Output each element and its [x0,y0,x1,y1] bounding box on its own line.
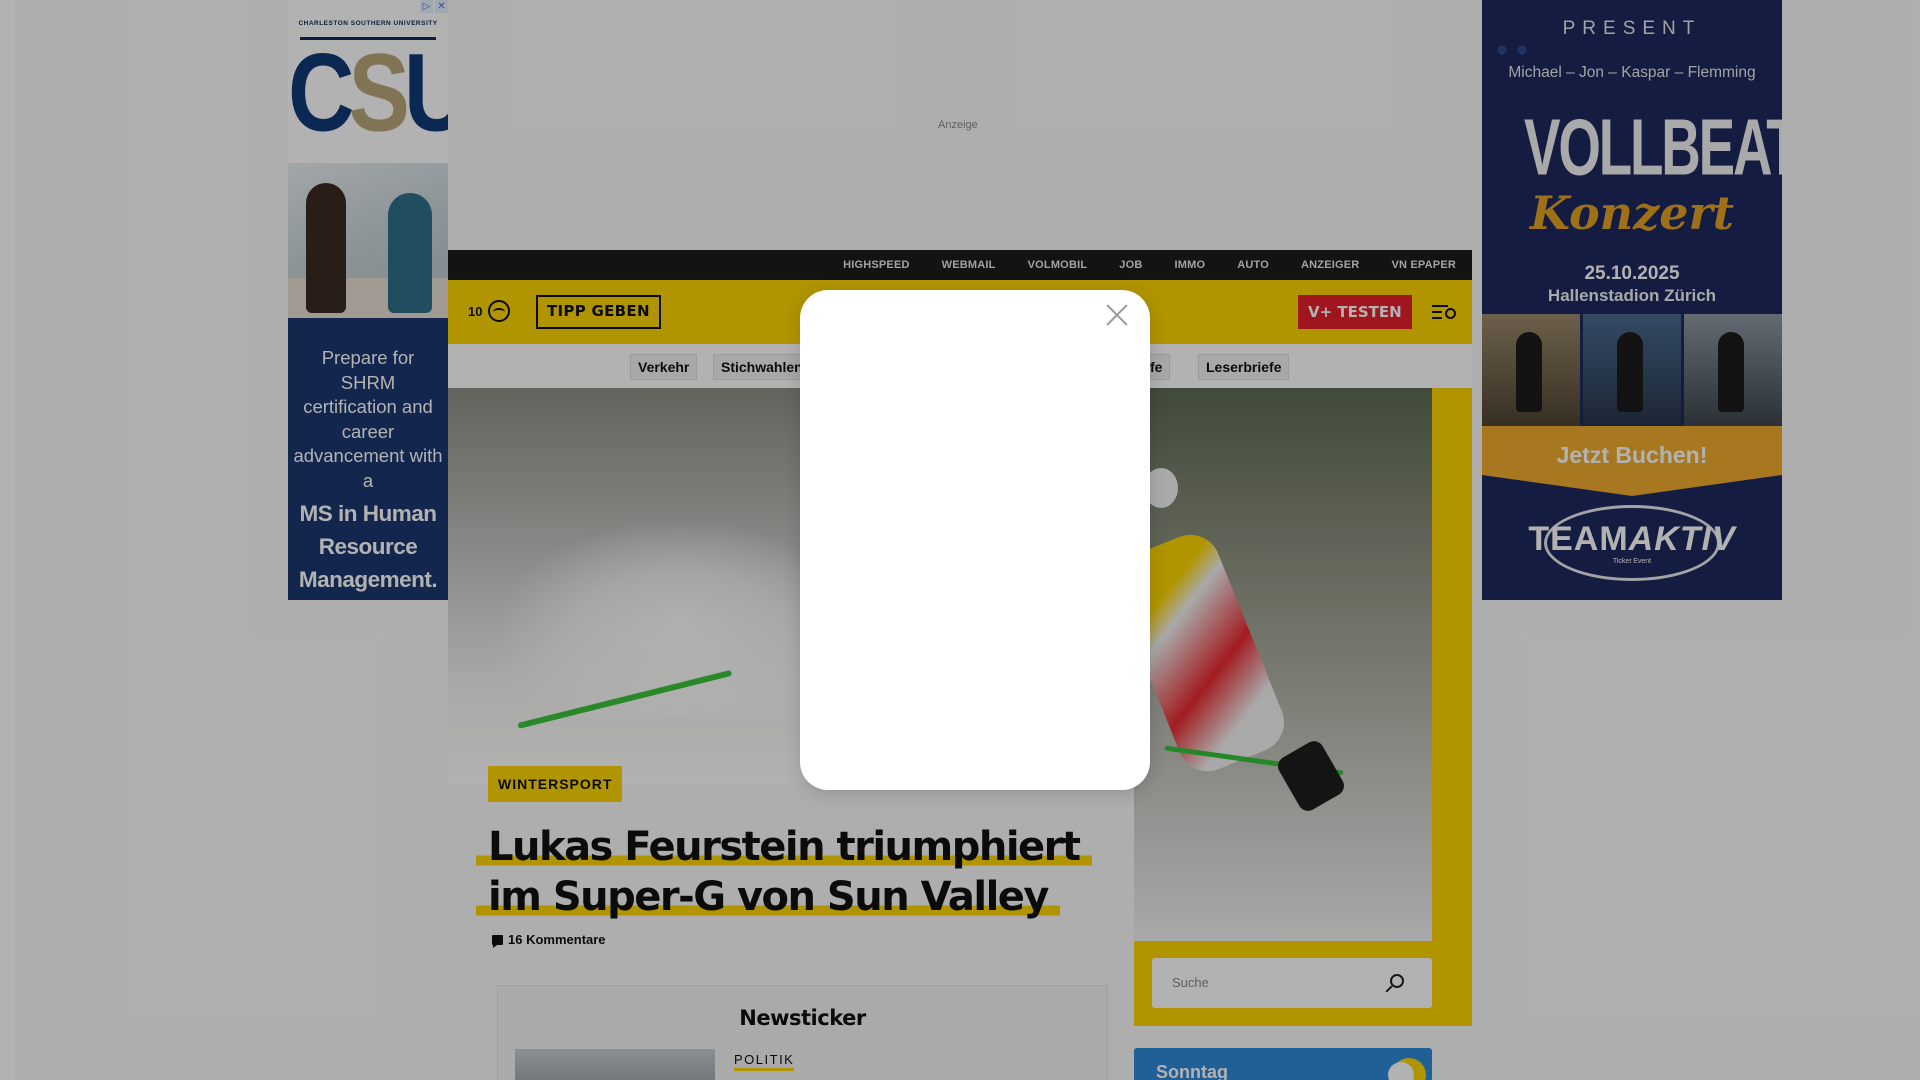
popup-modal [800,290,1150,790]
close-icon[interactable] [1104,302,1130,328]
